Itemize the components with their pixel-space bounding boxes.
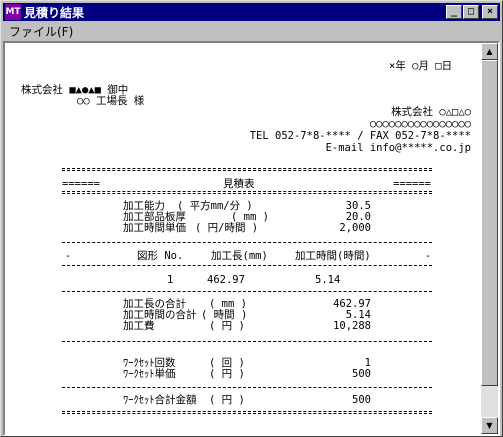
workset-total-value: 500 (352, 394, 371, 406)
section-marker-left: ====== (62, 178, 100, 190)
divider (62, 265, 432, 266)
divider (62, 291, 432, 292)
menu-file[interactable]: ファイル(F) (3, 23, 79, 40)
title-bar[interactable]: MT 見積り結果 _ □ × (3, 3, 500, 21)
scroll-up-button[interactable]: ▲ (481, 43, 498, 60)
maximize-button[interactable]: □ (463, 5, 479, 19)
sender-address: ○○○○○○○○○○○○○○○○ (369, 118, 471, 130)
sender-company: 株式会社 ○△□△○ (391, 106, 471, 118)
vertical-scrollbar[interactable]: ▲ ▼ (481, 43, 498, 434)
estimate-result-window: MT 見積り結果 _ □ × ファイル(F) ×年 ○月 □日 株式会社 ■▲●… (0, 0, 503, 437)
section-marker-right: ====== (393, 178, 431, 190)
recipient-person: ○○ 工場長 様 (77, 95, 145, 107)
table-cell-length: 462.97 (207, 274, 245, 286)
table-header-no: 図形 No. (137, 250, 184, 262)
minimize-button[interactable]: _ (446, 5, 462, 19)
sender-tel-fax: TEL 052-7*8-**** / FAX 052-7*8-**** (249, 130, 471, 142)
divider (62, 191, 432, 194)
param-unit: ( 円/時間 ) (195, 222, 259, 234)
menu-bar: ファイル(F) (3, 22, 500, 40)
divider (62, 168, 432, 171)
issue-date: ×年 ○月 □日 (389, 60, 453, 72)
table-header-dash: - (425, 250, 432, 262)
window-controls: _ □ × (445, 5, 498, 19)
divider (62, 387, 432, 388)
document-area: ×年 ○月 □日 株式会社 ■▲●▲■ 御中 ○○ 工場長 様 株式会社 ○△□… (3, 41, 500, 436)
total-label: 加工費 (123, 320, 155, 332)
workset-value: 500 (352, 368, 371, 380)
workset-unit: ( 円 ) (209, 368, 245, 380)
divider (62, 411, 432, 414)
sender-email: E-mail info@*****.co.jp (325, 142, 471, 154)
table-header-time: 加工時間(時間) (295, 250, 371, 262)
table-cell-time: 5.14 (315, 274, 341, 286)
param-label: 加工時間単価 (123, 222, 186, 234)
workset-label: ﾜｰｸｾｯﾄ単価 (123, 368, 176, 380)
table-header-dash: - (65, 250, 72, 262)
scroll-thumb[interactable] (481, 60, 498, 386)
table-cell-no: 1 (167, 274, 174, 286)
total-value: 10,288 (333, 320, 371, 332)
scroll-down-button[interactable]: ▼ (481, 417, 498, 434)
workset-total-label: ﾜｰｸｾｯﾄ合計金額 (123, 394, 197, 406)
param-value: 2,000 (339, 222, 371, 234)
app-icon[interactable]: MT (5, 4, 21, 20)
estimate-document: ×年 ○月 □日 株式会社 ■▲●▲■ 御中 ○○ 工場長 様 株式会社 ○△□… (5, 43, 481, 434)
estimate-title: 見積表 (223, 178, 255, 190)
table-header-length: 加工長(mm) (211, 250, 268, 262)
divider (62, 341, 432, 342)
close-button[interactable]: × (482, 5, 498, 19)
total-unit: ( 円 ) (209, 320, 245, 332)
window-title: 見積り結果 (24, 5, 85, 20)
workset-total-unit: ( 円 ) (209, 394, 245, 406)
divider (62, 242, 432, 243)
